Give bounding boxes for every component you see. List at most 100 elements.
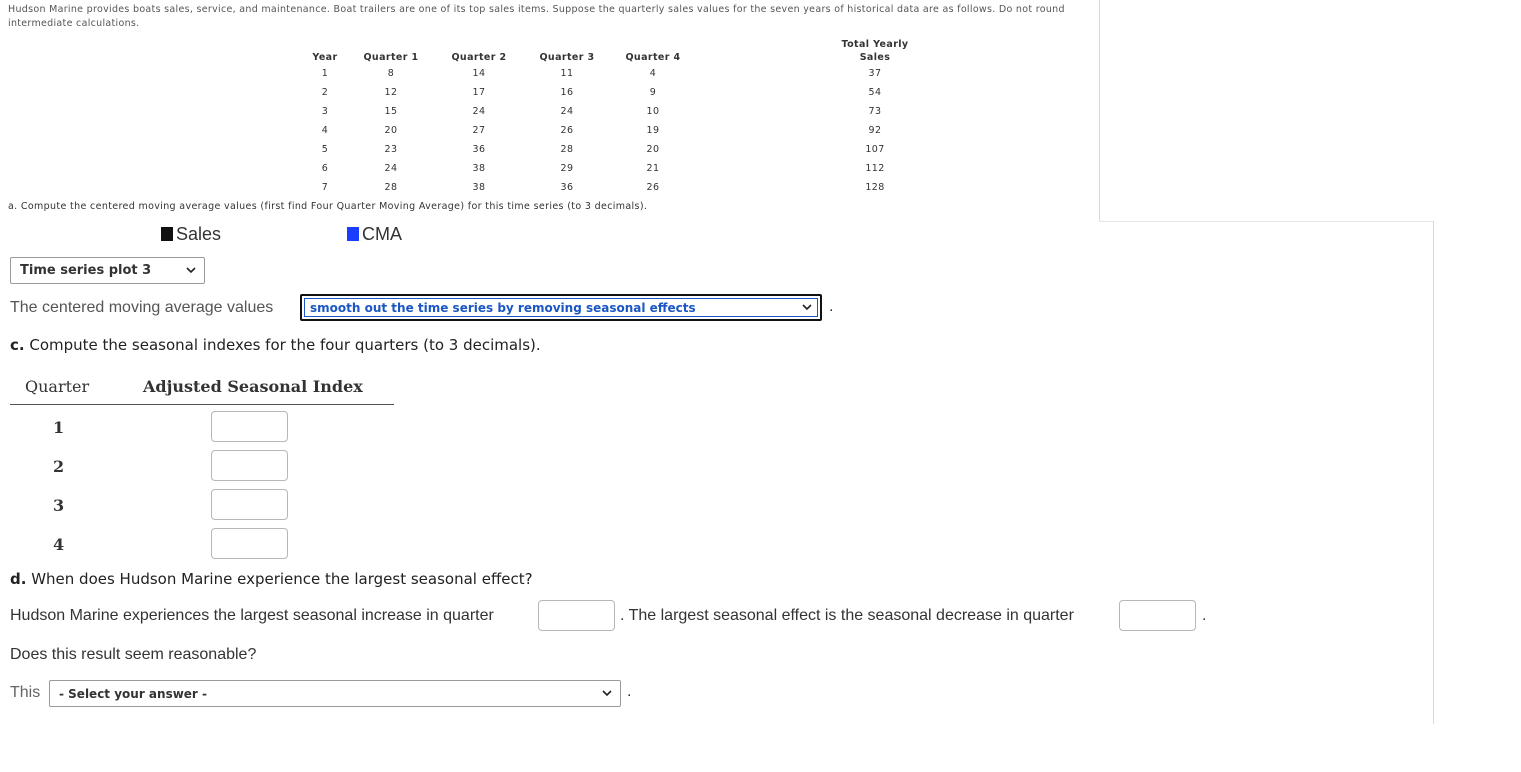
legend-sales-swatch [161, 227, 173, 241]
cell-q2: 14 [472, 68, 486, 79]
cell-q3: 28 [560, 144, 574, 155]
legend-sales: Sales [161, 224, 221, 245]
seasonal-index-input-1[interactable] [211, 411, 288, 442]
cell-total: 112 [865, 163, 885, 174]
cell-year: 1 [321, 68, 329, 79]
cma-sentence-prefix: The centered moving average values [10, 299, 274, 316]
cell-q4: 26 [646, 182, 660, 193]
part-d-instructions: d. When does Hudson Marine experience th… [10, 570, 533, 588]
sales-table: Year Quarter 1 Quarter 2 Quarter 3 Quart… [301, 36, 963, 197]
header-year: Year [312, 52, 338, 63]
cell-q2: 36 [472, 144, 486, 155]
cell-total: 107 [865, 144, 885, 155]
cell-q3: 24 [560, 106, 574, 117]
cma-purpose-select-value: smooth out the time series by removing s… [310, 300, 696, 315]
cell-q1: 20 [384, 125, 398, 136]
cell-total: 128 [865, 182, 885, 193]
reasonable-question: Does this result seem reasonable? [10, 646, 257, 663]
cell-q1: 12 [384, 87, 398, 98]
cell-q1: 8 [387, 68, 395, 79]
reasonable-answer-select-value: - Select your answer - [59, 686, 208, 701]
largest-decrease-quarter-input[interactable] [1119, 600, 1196, 631]
cell-q2: 24 [472, 106, 486, 117]
this-label: This [10, 684, 41, 701]
chevron-down-icon [186, 266, 196, 273]
cell-q2: 17 [472, 87, 486, 98]
index-quarter-1: 1 [53, 418, 65, 437]
part-c-instructions: c. Compute the seasonal indexes for the … [10, 336, 541, 354]
divider-vertical-right [1433, 221, 1434, 724]
header-total-line1: Total Yearly [841, 39, 909, 50]
table-row: 4 20 27 26 19 92 [301, 121, 963, 140]
cma-purpose-select[interactable]: smooth out the time series by removing s… [300, 294, 822, 321]
part-c-text: Compute the seasonal indexes for the fou… [24, 336, 541, 354]
cell-year: 4 [321, 125, 329, 136]
part-a-instructions: a. Compute the centered moving average v… [8, 201, 648, 212]
seasonal-index-input-2[interactable] [211, 450, 288, 481]
cell-year: 2 [321, 87, 329, 98]
divider-horizontal [1099, 221, 1434, 222]
index-col-adjusted: Adjusted Seasonal Index [143, 377, 363, 396]
cell-q3: 11 [560, 68, 574, 79]
header-quarter-2: Quarter 2 [451, 52, 507, 63]
header-total-line2: Sales [859, 52, 891, 63]
index-col-quarter: Quarter [25, 377, 90, 396]
chevron-down-icon [802, 303, 812, 310]
legend-cma-label: CMA [362, 224, 402, 244]
cell-q3: 26 [560, 125, 574, 136]
answer-suffix: . [627, 683, 632, 700]
index-quarter-2: 2 [53, 457, 65, 476]
chevron-down-icon [602, 689, 612, 696]
cell-year: 7 [321, 182, 329, 193]
increase-sentence-suffix: . [1202, 607, 1207, 624]
cell-total: 73 [868, 106, 882, 117]
header-total-sales: Total Yearly Sales [697, 36, 963, 64]
header-quarter-1: Quarter 1 [363, 52, 419, 63]
increase-sentence-prefix: Hudson Marine experiences the largest se… [10, 607, 494, 624]
cell-year: 6 [321, 163, 329, 174]
legend-cma-swatch [347, 227, 359, 241]
header-quarter-3: Quarter 3 [539, 52, 595, 63]
cell-q1: 23 [384, 144, 398, 155]
cell-q4: 9 [649, 87, 657, 98]
cell-q3: 36 [560, 182, 574, 193]
cell-q4: 4 [649, 68, 657, 79]
index-table-rule [10, 404, 394, 405]
cell-q4: 10 [646, 106, 660, 117]
problem-intro: Hudson Marine provides boats sales, serv… [8, 4, 1065, 29]
table-row: 1 8 14 11 4 37 [301, 64, 963, 83]
legend-cma: CMA [347, 224, 402, 245]
cell-total: 92 [868, 125, 882, 136]
seasonal-index-input-3[interactable] [211, 489, 288, 520]
divider-vertical-top [1099, 0, 1100, 221]
table-row: 2 12 17 16 9 54 [301, 83, 963, 102]
largest-increase-quarter-input[interactable] [538, 600, 615, 631]
part-c-letter: c. [10, 336, 25, 354]
legend-sales-label: Sales [176, 224, 222, 244]
part-d-letter: d. [10, 570, 27, 588]
cell-q4: 21 [646, 163, 660, 174]
time-series-plot-select[interactable]: Time series plot 3 [10, 257, 205, 284]
cell-q1: 24 [384, 163, 398, 174]
sales-table-header: Year Quarter 1 Quarter 2 Quarter 3 Quart… [301, 36, 963, 64]
cell-q2: 38 [472, 163, 486, 174]
index-quarter-3: 3 [53, 496, 65, 515]
table-row: 7 28 38 36 26 128 [301, 178, 963, 197]
cell-q2: 38 [472, 182, 486, 193]
cma-sentence-suffix: . [829, 298, 834, 315]
cell-q3: 16 [560, 87, 574, 98]
table-row: 3 15 24 24 10 73 [301, 102, 963, 121]
reasonable-answer-select[interactable]: - Select your answer - [49, 680, 621, 707]
cell-q2: 27 [472, 125, 486, 136]
index-quarter-4: 4 [53, 535, 65, 554]
table-row: 6 24 38 29 21 112 [301, 159, 963, 178]
increase-sentence-middle: . The largest seasonal effect is the sea… [620, 607, 1074, 624]
cell-q3: 29 [560, 163, 574, 174]
cell-total: 54 [868, 87, 882, 98]
seasonal-index-input-4[interactable] [211, 528, 288, 559]
part-d-text: When does Hudson Marine experience the l… [26, 570, 533, 588]
cell-q4: 19 [646, 125, 660, 136]
cell-q1: 28 [384, 182, 398, 193]
cell-year: 5 [321, 144, 329, 155]
cell-total: 37 [868, 68, 882, 79]
